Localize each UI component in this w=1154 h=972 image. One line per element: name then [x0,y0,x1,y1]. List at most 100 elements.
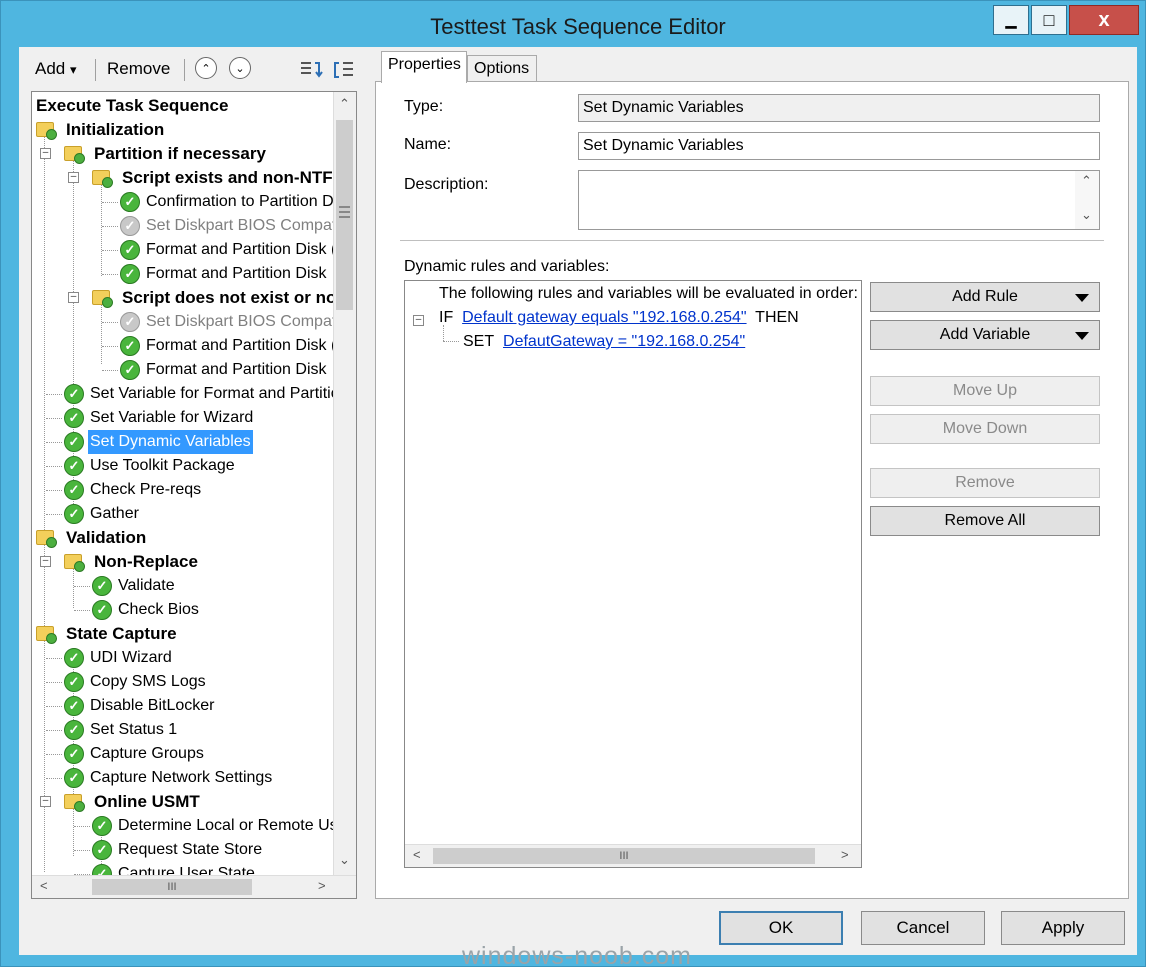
tab-options[interactable]: Options [467,55,537,83]
success-check-icon: ✓ [92,840,112,860]
rules-list[interactable]: The following rules and variables will b… [404,280,862,868]
tree-guide [443,341,459,342]
scroll-up-icon[interactable]: ⌃ [339,96,350,112]
task-sequence-tree[interactable]: Execute Task Sequence Initialization – P… [31,91,357,899]
maximize-button[interactable]: □ [1031,5,1067,35]
tree-item-label: Set Diskpart BIOS Compat [146,217,337,234]
tree-guide [46,442,62,443]
collapse-icon[interactable]: – [40,148,51,159]
collapse-icon[interactable]: – [68,172,79,183]
collapse-icon[interactable]: – [40,796,51,807]
properties-panel: Type: Set Dynamic Variables Name: Set Dy… [375,81,1129,899]
scroll-thumb[interactable] [336,120,353,310]
success-check-icon: ✓ [120,360,140,380]
success-check-icon: ✓ [120,264,140,284]
scroll-down-icon[interactable]: ⌄ [339,852,350,868]
tree-item-label: Disable BitLocker [90,697,215,714]
then-keyword: THEN [755,309,799,326]
collapse-icon[interactable]: – [413,315,424,326]
apply-button[interactable]: Apply [1001,911,1125,945]
scroll-right-icon[interactable]: > [841,847,849,862]
tree-item-label: Set Variable for Wizard [90,409,254,426]
tree-item-label: Validation [66,528,147,547]
scroll-thumb[interactable]: III [92,879,252,895]
tree-item-label: Non-Replace [94,552,198,571]
tree-item-label: Set Dynamic Variables [88,430,253,454]
scroll-down-icon[interactable]: ⌄ [1081,207,1092,223]
type-field: Set Dynamic Variables [578,94,1100,122]
tree-item-label: Format and Partition Disk [146,361,327,378]
description-scrollbar[interactable]: ⌃ ⌄ [1075,171,1099,229]
title-bar[interactable]: Testtest Task Sequence Editor ▁ □ x [1,1,1145,47]
remove-all-button[interactable]: Remove All [870,506,1100,536]
tree-item-label: Gather [90,505,139,522]
scroll-left-icon[interactable]: < [413,847,421,862]
success-check-icon: ✓ [64,384,84,404]
dialog-client-area: Add ▾ Remove ⌃ ⌄ Execute Task Sequence I… [19,47,1137,955]
add-variable-button[interactable]: Add Variable [870,320,1100,350]
add-menu-button[interactable]: Add ▾ [35,59,77,79]
close-icon: x [1098,8,1110,31]
move-up-button[interactable]: Move Up [870,376,1100,406]
success-check-icon: ✓ [64,408,84,428]
tree-horizontal-scrollbar[interactable]: < III > [32,875,356,898]
tree-guide [44,128,45,872]
ok-button[interactable]: OK [719,911,843,945]
tree-item-label: Capture Network Settings [90,769,273,786]
tree-item-label: Set Variable for Format and Partitio [90,385,340,402]
scroll-up-icon[interactable]: ⌃ [1081,173,1092,189]
rules-label: Dynamic rules and variables: [404,258,610,275]
tree-guide [74,826,90,827]
tree-item-label: State Capture [66,624,177,643]
cancel-button[interactable]: Cancel [861,911,985,945]
group-folder-icon [64,794,85,812]
group-folder-icon [36,122,57,140]
if-keyword: IF [439,309,454,326]
tab-properties[interactable]: Properties [381,51,467,83]
rules-horizontal-scrollbar[interactable]: < III > [405,844,861,867]
tree-item-label: Online USMT [94,792,200,811]
dropdown-arrow-icon [1075,294,1089,302]
toolbar-separator [95,59,96,81]
success-check-icon: ✓ [64,432,84,452]
add-variable-label: Add Variable [939,326,1031,343]
group-folder-icon [36,530,57,548]
minimize-button[interactable]: ▁ [993,5,1029,35]
add-rule-button[interactable]: Add Rule [870,282,1100,312]
collapse-icon[interactable]: – [40,556,51,567]
close-button[interactable]: x [1069,5,1139,35]
name-input[interactable]: Set Dynamic Variables [578,132,1100,160]
double-chevron-down-icon: ⌄ [235,62,245,75]
tree-item-label: Format and Partition Disk ( [146,337,337,354]
tree-root[interactable]: Execute Task Sequence [36,94,228,118]
success-check-icon: ✓ [120,336,140,356]
scroll-right-icon[interactable]: > [318,878,326,893]
tree-guide [46,778,62,779]
rule-condition-link[interactable]: Default gateway equals "192.168.0.254" [462,309,746,326]
remove-button[interactable]: Remove [107,59,170,79]
rule-variable-link[interactable]: DefautGateway = "192.168.0.254" [503,333,745,350]
scroll-left-icon[interactable]: < [40,878,48,893]
group-folder-icon [92,290,113,308]
description-input[interactable]: ⌃ ⌄ [578,170,1100,230]
rule-if-row[interactable]: IF Default gateway equals "192.168.0.254… [439,309,799,327]
remove-rule-button[interactable]: Remove [870,468,1100,498]
move-up-button[interactable]: ⌃ [195,57,217,79]
section-divider [400,240,1104,241]
tree-item-label: Set Status 1 [90,721,178,738]
expand-all-icon[interactable] [299,59,323,81]
tree-guide [46,418,62,419]
tree-item-label: Script exists and non-NTF [122,168,333,187]
collapse-icon[interactable]: – [68,292,79,303]
success-check-icon: ✓ [64,504,84,524]
move-down-button[interactable]: Move Down [870,414,1100,444]
tree-vertical-scrollbar[interactable]: ⌃ ⌄ [333,92,356,878]
collapse-all-icon[interactable] [333,59,357,81]
tree-item-label: Determine Local or Remote Us [118,817,338,834]
rule-set-row[interactable]: SET DefautGateway = "192.168.0.254" [463,333,745,351]
rules-header: The following rules and variables will b… [439,285,858,302]
move-down-button[interactable]: ⌄ [229,57,251,79]
scroll-thumb[interactable]: III [433,848,815,864]
tree-guide [74,850,90,851]
tree-guide [74,610,90,611]
